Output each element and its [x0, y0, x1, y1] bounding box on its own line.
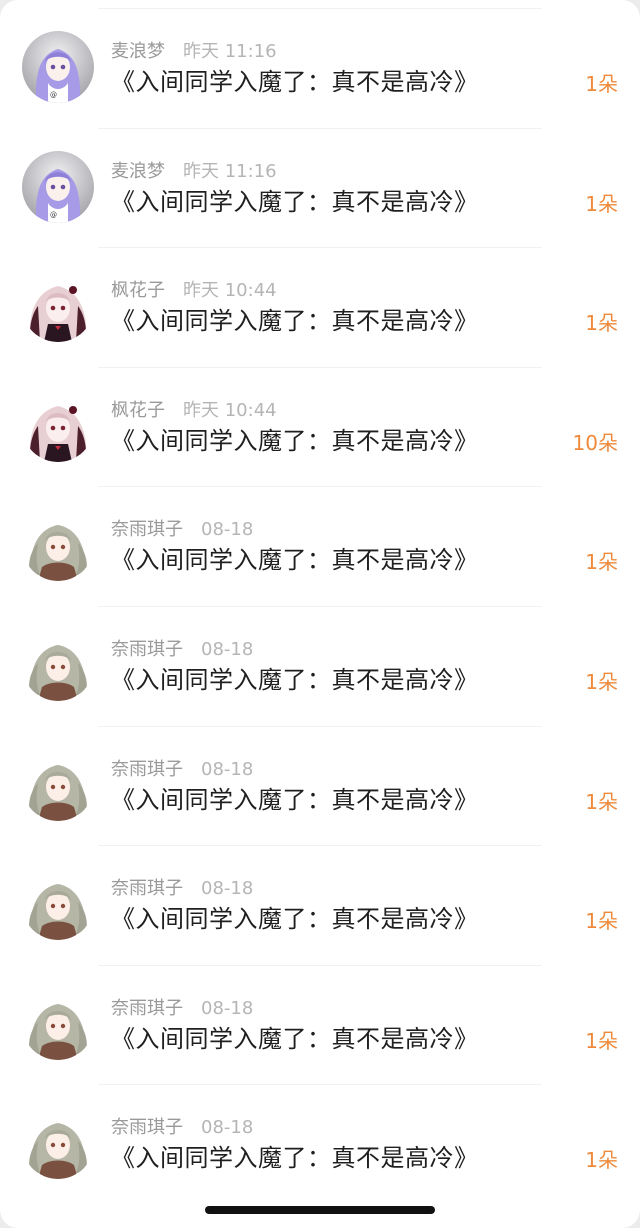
username[interactable]: 枫花子: [111, 400, 165, 421]
list-item[interactable]: 奈雨琪子 08-18 《入间同学入魔了：真不是高冷》 1朵: [0, 487, 640, 607]
list-item[interactable]: 奈雨琪子 08-18 《入间同学入魔了：真不是高冷》 1朵: [0, 846, 640, 966]
username[interactable]: 奈雨琪子: [111, 998, 183, 1019]
flower-count: 1朵: [585, 909, 618, 934]
pink-hair-avatar-icon: [22, 389, 94, 462]
avatar[interactable]: [22, 509, 94, 582]
flower-count: 1朵: [585, 789, 618, 814]
work-title[interactable]: 《入间同学入魔了：真不是高冷》: [111, 664, 479, 696]
username[interactable]: 麦浪梦: [111, 161, 165, 182]
timestamp: 08-18: [201, 519, 254, 541]
flower-count: 1朵: [585, 550, 618, 575]
avatar[interactable]: [22, 270, 94, 343]
purple-hair-avatar-icon: @: [22, 150, 94, 223]
work-title[interactable]: 《入间同学入魔了：真不是高冷》: [111, 1142, 479, 1174]
username[interactable]: 奈雨琪子: [111, 1117, 183, 1138]
work-title[interactable]: 《入间同学入魔了：真不是高冷》: [111, 66, 479, 98]
green-hair-avatar-icon: [22, 509, 94, 582]
avatar[interactable]: [22, 389, 94, 462]
work-title[interactable]: 《入间同学入魔了：真不是高冷》: [111, 186, 479, 218]
work-title[interactable]: 《入间同学入魔了：真不是高冷》: [111, 544, 479, 576]
purple-hair-avatar-icon: @: [22, 31, 94, 103]
work-title[interactable]: 《入间同学入魔了：真不是高冷》: [111, 425, 479, 457]
timestamp: 昨天 11:16: [183, 41, 277, 62]
flower-count: 1朵: [585, 311, 618, 336]
flower-count: 1朵: [585, 1028, 618, 1053]
timestamp: 08-18: [201, 1117, 254, 1139]
svg-text:@: @: [50, 211, 57, 219]
username[interactable]: 麦浪梦: [111, 41, 165, 62]
timestamp: 08-18: [201, 997, 254, 1019]
username[interactable]: 奈雨琪子: [111, 878, 183, 899]
timestamp: 08-18: [201, 878, 254, 900]
list-item[interactable]: @ 麦浪梦 昨天 11:16 《入间同学入魔了：真不是高冷》 1朵: [0, 9, 640, 129]
list-item[interactable]: 奈雨琪子 08-18 《入间同学入魔了：真不是高冷》 1朵: [0, 966, 640, 1086]
svg-text:@: @: [50, 91, 57, 99]
pink-hair-avatar-icon: [22, 270, 94, 343]
reward-list: @ 麦浪梦 昨天 11:16 《入间同学入魔了：真不是高冷》 1朵 @ 麦浪梦 …: [0, 9, 640, 1205]
avatar[interactable]: [22, 748, 94, 821]
flower-count: 10朵: [572, 430, 618, 455]
flower-count: 1朵: [585, 1148, 618, 1173]
avatar[interactable]: [22, 1107, 94, 1180]
screen: @ 麦浪梦 昨天 11:16 《入间同学入魔了：真不是高冷》 1朵 @ 麦浪梦 …: [0, 0, 640, 1228]
username[interactable]: 奈雨琪子: [111, 759, 183, 780]
avatar[interactable]: @: [22, 31, 94, 103]
green-hair-avatar-icon: [22, 628, 94, 701]
avatar[interactable]: @: [22, 150, 94, 223]
flower-count: 1朵: [585, 72, 618, 96]
avatar[interactable]: [22, 987, 94, 1060]
username[interactable]: 奈雨琪子: [111, 639, 183, 660]
work-title[interactable]: 《入间同学入魔了：真不是高冷》: [111, 903, 479, 935]
list-item[interactable]: 奈雨琪子 08-18 《入间同学入魔了：真不是高冷》 1朵: [0, 607, 640, 727]
green-hair-avatar-icon: [22, 1107, 94, 1180]
work-title[interactable]: 《入间同学入魔了：真不是高冷》: [111, 305, 479, 337]
timestamp: 昨天 11:16: [183, 160, 277, 182]
timestamp: 08-18: [201, 758, 254, 780]
list-item[interactable]: 枫花子 昨天 10:44 《入间同学入魔了：真不是高冷》 10朵: [0, 368, 640, 488]
green-hair-avatar-icon: [22, 748, 94, 821]
avatar[interactable]: [22, 628, 94, 701]
green-hair-avatar-icon: [22, 987, 94, 1060]
timestamp: 昨天 10:44: [183, 280, 277, 302]
timestamp: 08-18: [201, 638, 254, 660]
flower-count: 1朵: [585, 669, 618, 694]
list-item[interactable]: 奈雨琪子 08-18 《入间同学入魔了：真不是高冷》 1朵: [0, 727, 640, 847]
list-item[interactable]: 奈雨琪子 08-18 《入间同学入魔了：真不是高冷》 1朵: [0, 1085, 640, 1205]
green-hair-avatar-icon: [22, 868, 94, 941]
flower-count: 1朵: [585, 191, 618, 216]
avatar[interactable]: [22, 868, 94, 941]
username[interactable]: 奈雨琪子: [111, 519, 183, 540]
home-indicator[interactable]: [205, 1206, 435, 1214]
work-title[interactable]: 《入间同学入魔了：真不是高冷》: [111, 784, 479, 816]
work-title[interactable]: 《入间同学入魔了：真不是高冷》: [111, 1023, 479, 1055]
timestamp: 昨天 10:44: [183, 399, 277, 421]
list-item[interactable]: 枫花子 昨天 10:44 《入间同学入魔了：真不是高冷》 1朵: [0, 248, 640, 368]
username[interactable]: 枫花子: [111, 280, 165, 301]
list-item[interactable]: @ 麦浪梦 昨天 11:16 《入间同学入魔了：真不是高冷》 1朵: [0, 129, 640, 249]
